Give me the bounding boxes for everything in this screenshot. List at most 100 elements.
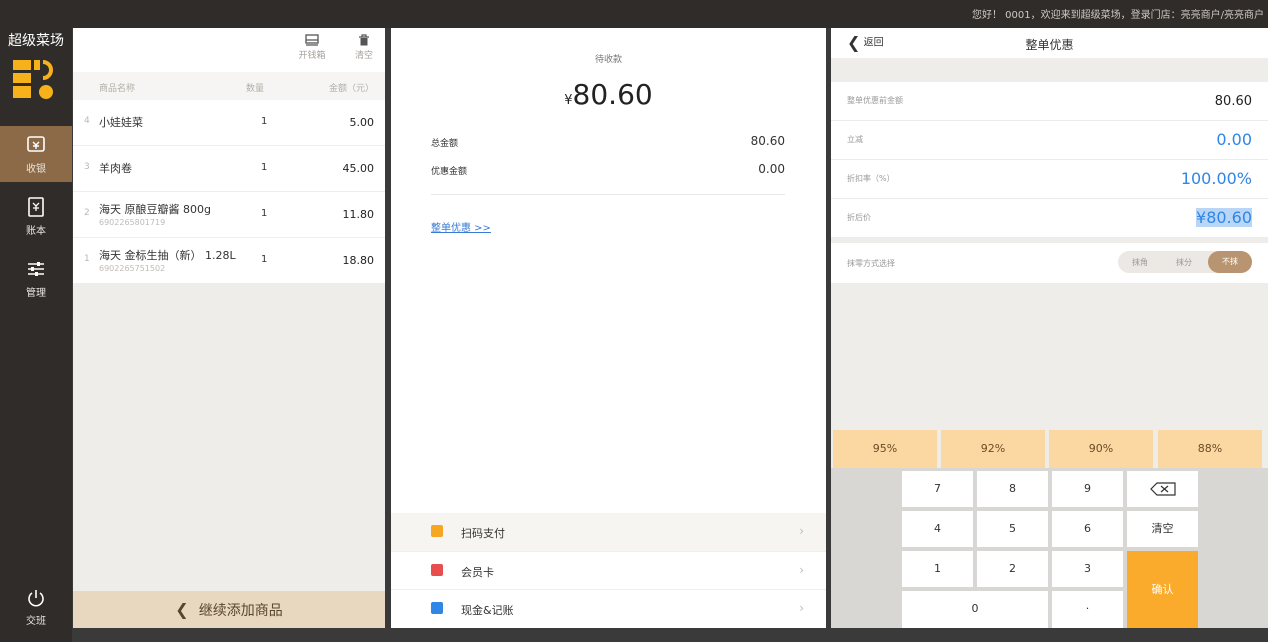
cart-row[interactable]: 3 羊肉卷 1 45.00 <box>73 146 385 192</box>
field-label: 立减 <box>847 135 863 144</box>
rounding-segmented-control: 抹角 抹分 不抹 <box>1118 251 1252 273</box>
rounding-option-none[interactable]: 不抹 <box>1208 251 1252 273</box>
cart-row[interactable]: 2 海天 原酿豆瓣酱 800g 6902265801719 1 11.80 <box>73 192 385 238</box>
cash-icon <box>431 602 443 614</box>
quick-discount-button[interactable]: 90% <box>1049 430 1153 468</box>
col-name: 商品名称 <box>99 84 136 94</box>
discount-value: 0.00 <box>758 162 785 176</box>
row-name: 海天 金标生抽（新） 1.28L <box>99 249 236 262</box>
whole-discount-link[interactable]: 整单优惠 >> <box>431 219 491 234</box>
row-index: 4 <box>84 116 90 126</box>
cashier-icon <box>27 136 45 152</box>
cart-toolbar: 开钱箱 清空 <box>73 28 385 72</box>
row-index: 1 <box>84 254 90 264</box>
field-label: 折扣率（%） <box>847 174 895 183</box>
backspace-key[interactable] <box>1127 471 1198 507</box>
field-label: 折后价 <box>847 213 871 222</box>
currency-symbol: ¥ <box>564 93 573 108</box>
sidebar: 超级菜场 收银 账本 管理 交班 <box>0 28 72 642</box>
row-amount: 18.80 <box>342 254 375 267</box>
quick-discount-button[interactable]: 88% <box>1158 430 1262 468</box>
qr-pay-icon <box>431 525 443 537</box>
quick-discount-row: 95% 92% 90% 88% <box>831 430 1268 468</box>
logout-label: 交班 <box>26 616 46 627</box>
row-barcode: 6902265751502 <box>99 264 166 273</box>
discount-header: ❮ 返回 整单优惠 <box>831 28 1268 58</box>
key-9[interactable]: 9 <box>1052 471 1123 507</box>
pay-option-label: 扫码支付 <box>461 527 505 540</box>
row-qty: 1 <box>261 254 268 265</box>
key-4[interactable]: 4 <box>902 511 973 547</box>
discount-label: 优惠金额 <box>431 167 468 177</box>
chevron-right-icon: › <box>799 601 804 615</box>
cart-column-header: 商品名称 数量 金额（元） <box>73 72 385 100</box>
instant-reduction-field[interactable]: 立减 0.00 <box>831 121 1268 160</box>
final-price-field[interactable]: 折后价 ¥80.60 <box>831 199 1268 238</box>
pay-option-scan[interactable]: 扫码支付 › <box>391 513 826 551</box>
rounding-row: 抹零方式选择 抹角 抹分 不抹 <box>831 243 1268 283</box>
rounding-option-fen[interactable]: 抹分 <box>1162 257 1206 268</box>
chevron-right-icon: › <box>799 524 804 538</box>
pay-option-cash[interactable]: 现金&记账 › <box>391 589 826 628</box>
nav-ledger[interactable]: 账本 <box>0 188 72 244</box>
open-drawer-button[interactable]: 开钱箱 <box>292 34 332 61</box>
chevron-right-icon: › <box>799 563 804 577</box>
clear-key[interactable]: 清空 <box>1127 511 1198 547</box>
nav-manage[interactable]: 管理 <box>0 250 72 306</box>
key-1[interactable]: 1 <box>902 551 973 587</box>
pre-discount-amount-field: 整单优惠前金额 80.60 <box>831 82 1268 121</box>
chevron-left-icon: ❮ <box>175 600 189 619</box>
quick-discount-button[interactable]: 95% <box>833 430 937 468</box>
ledger-icon <box>28 197 44 217</box>
nav-cashier-label: 收银 <box>26 164 46 175</box>
discount-rate-field[interactable]: 折扣率（%） 100.00% <box>831 160 1268 199</box>
key-6[interactable]: 6 <box>1052 511 1123 547</box>
greeting-text: 您好！ 0001，欢迎来到超级菜场，登录门店：亮亮商户/亮亮商户 <box>972 10 1264 21</box>
key-8[interactable]: 8 <box>977 471 1048 507</box>
key-2[interactable]: 2 <box>977 551 1048 587</box>
clear-cart-label: 清空 <box>354 51 373 61</box>
settings-sliders-icon <box>28 262 44 276</box>
brand-logo <box>13 60 59 100</box>
cart-row[interactable]: 1 海天 金标生抽（新） 1.28L 6902265751502 1 18.80 <box>73 238 385 284</box>
pay-option-member[interactable]: 会员卡 › <box>391 551 826 590</box>
open-drawer-label: 开钱箱 <box>298 51 326 61</box>
cart-list: 4 小娃娃菜 1 5.00 3 羊肉卷 1 45.00 2 海天 原酿豆瓣酱 8… <box>73 100 385 284</box>
backspace-icon <box>1149 482 1176 496</box>
field-value: 100.00% <box>1180 169 1252 188</box>
clear-cart-button[interactable]: 清空 <box>344 34 384 61</box>
member-card-icon <box>431 564 443 576</box>
total-row: 总金额 80.60 <box>431 134 785 149</box>
discount-row: 优惠金额 0.00 <box>431 162 785 177</box>
pay-option-label: 现金&记账 <box>461 604 514 617</box>
total-value: 80.60 <box>750 134 785 148</box>
row-qty: 1 <box>261 116 268 127</box>
field-value: ¥80.60 <box>1196 208 1252 227</box>
nav-manage-label: 管理 <box>26 288 46 299</box>
field-value: 80.60 <box>1214 94 1252 109</box>
pending-amount-value: 80.60 <box>572 78 653 111</box>
row-amount: 5.00 <box>349 116 375 129</box>
key-dot[interactable]: · <box>1052 591 1123 628</box>
key-3[interactable]: 3 <box>1052 551 1123 587</box>
row-index: 3 <box>84 162 90 172</box>
numeric-keypad: 7 8 9 4 5 6 清空 1 2 3 0 · 确认 <box>831 468 1268 628</box>
power-icon <box>28 590 44 607</box>
nav-cashier[interactable]: 收银 <box>0 126 72 182</box>
top-bar: 您好！ 0001，欢迎来到超级菜场，登录门店：亮亮商户/亮亮商户 <box>0 0 1268 28</box>
row-qty: 1 <box>261 162 268 173</box>
cart-row[interactable]: 4 小娃娃菜 1 5.00 <box>73 100 385 146</box>
divider <box>431 194 785 195</box>
add-more-button[interactable]: ❮ 继续添加商品 <box>73 591 385 628</box>
key-5[interactable]: 5 <box>977 511 1048 547</box>
rounding-option-jiao[interactable]: 抹角 <box>1118 257 1162 268</box>
cash-drawer-icon <box>305 34 319 46</box>
key-7[interactable]: 7 <box>902 471 973 507</box>
confirm-button[interactable]: 确认 <box>1127 551 1198 628</box>
discount-title: 整单优惠 <box>1025 38 1074 52</box>
row-name: 小娃娃菜 <box>99 116 143 129</box>
field-value: 0.00 <box>1216 130 1252 149</box>
logout-button[interactable]: 交班 <box>0 588 72 638</box>
key-0[interactable]: 0 <box>902 591 1048 628</box>
quick-discount-button[interactable]: 92% <box>941 430 1045 468</box>
